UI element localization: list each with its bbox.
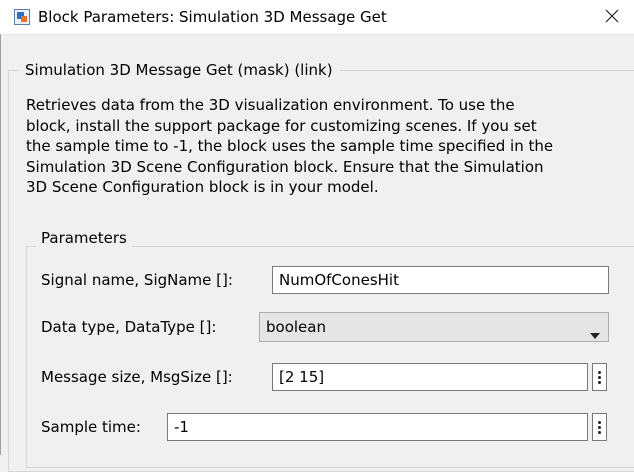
data-type-value: boolean bbox=[266, 318, 326, 336]
title-bar: Block Parameters: Simulation 3D Message … bbox=[0, 0, 634, 35]
message-size-input[interactable] bbox=[272, 363, 588, 391]
description-line: 3D Scene Configuration block is in your … bbox=[26, 178, 379, 196]
parameters-group-label: Parameters bbox=[36, 229, 132, 247]
mask-title: Simulation 3D Message Get (mask) (link) bbox=[18, 61, 340, 79]
kebab-dot-icon bbox=[598, 425, 601, 429]
signal-name-label: Signal name, SigName []: bbox=[41, 271, 233, 289]
message-size-options-button[interactable] bbox=[592, 363, 607, 391]
signal-name-input[interactable] bbox=[272, 266, 609, 294]
kebab-dot-icon bbox=[598, 375, 601, 379]
kebab-dot-icon bbox=[598, 380, 601, 384]
chevron-down-icon bbox=[590, 324, 600, 343]
data-type-label: Data type, DataType []: bbox=[41, 318, 217, 336]
sample-time-label: Sample time: bbox=[41, 418, 141, 436]
kebab-dot-icon bbox=[598, 420, 601, 424]
description-line: Retrieves data from the 3D visualization… bbox=[26, 96, 515, 114]
mask-description: Retrieves data from the 3D visualization… bbox=[26, 95, 634, 198]
close-icon bbox=[605, 8, 619, 27]
sample-time-options-button[interactable] bbox=[592, 413, 607, 441]
simulink-block-icon bbox=[14, 9, 30, 25]
description-line: block, install the support package for c… bbox=[26, 116, 537, 135]
description-line: the sample time to -1, the block uses th… bbox=[26, 137, 554, 155]
sample-time-input[interactable] bbox=[167, 413, 588, 441]
kebab-dot-icon bbox=[598, 430, 601, 434]
kebab-dot-icon bbox=[598, 370, 601, 374]
data-type-select[interactable]: boolean bbox=[259, 312, 609, 342]
close-button[interactable] bbox=[590, 0, 634, 34]
description-line: Simulation 3D Scene Configuration block.… bbox=[26, 157, 544, 176]
window-title: Block Parameters: Simulation 3D Message … bbox=[38, 8, 387, 26]
message-size-label: Message size, MsgSize []: bbox=[41, 368, 233, 386]
